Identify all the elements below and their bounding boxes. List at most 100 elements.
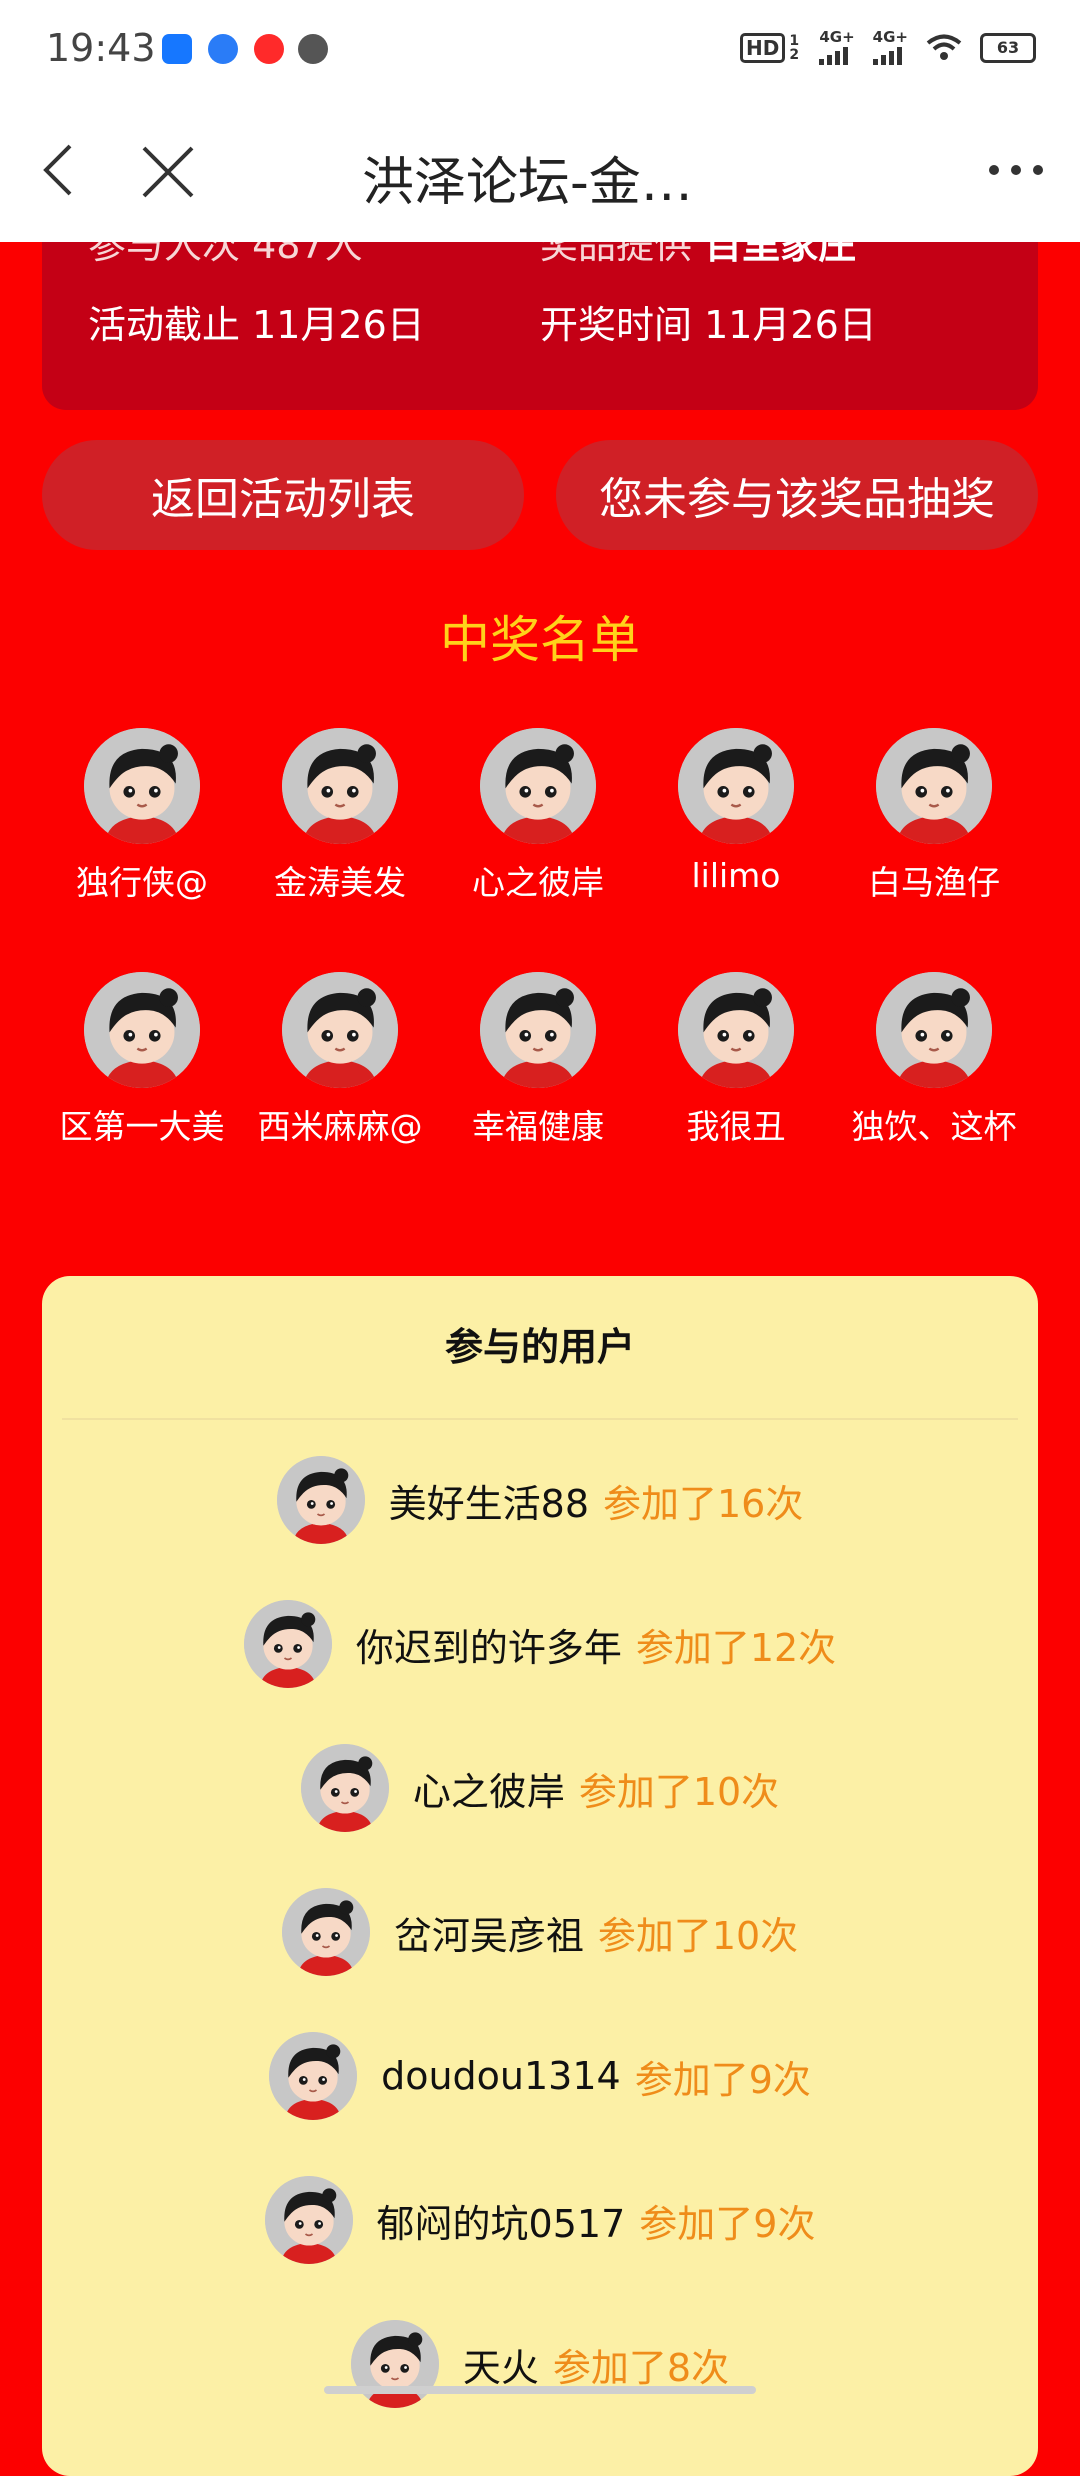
avatar — [276, 1456, 365, 1544]
wifi-icon — [926, 34, 962, 60]
avatar — [84, 728, 200, 844]
avatar-icon — [350, 2320, 439, 2408]
avatar-icon — [480, 972, 596, 1088]
winner-item[interactable]: 金涛美发 — [245, 728, 435, 904]
winner-item[interactable]: 西米麻麻@ — [245, 972, 435, 1148]
avatar-icon — [281, 1888, 370, 1976]
avatar — [264, 2176, 353, 2264]
participant-name: 心之彼岸 — [412, 1769, 565, 1814]
avatar-icon — [84, 728, 200, 844]
avatar — [350, 2320, 439, 2408]
winner-name: 幸福健康 — [472, 1107, 604, 1146]
alipay-icon — [162, 34, 192, 64]
participant-row[interactable]: 你迟到的许多年 参加了12次 — [42, 1600, 1038, 1688]
participation-count: 参加了10次 — [597, 1913, 799, 1958]
participation-count: 参加了8次 — [552, 2345, 730, 2390]
participant-row[interactable]: 郁闷的坑0517 参加了9次 — [42, 2176, 1038, 2264]
participant-row[interactable]: 美好生活88 参加了16次 — [42, 1456, 1038, 1544]
avatar-icon — [876, 728, 992, 844]
avatar — [84, 972, 200, 1088]
avatar-icon — [264, 2176, 353, 2264]
avatar-icon — [269, 2032, 358, 2120]
draw-time: 开奖时间 11月26日 — [540, 303, 877, 347]
participation-count: 参加了9次 — [634, 2057, 811, 2102]
participant-row[interactable]: 岔河吴彦祖 参加了10次 — [42, 1888, 1038, 1976]
winner-item[interactable]: 白马渔仔 — [839, 728, 1029, 904]
network-sub-label: 1 2 — [789, 32, 800, 63]
winner-item[interactable]: 幸福健康 — [443, 972, 633, 1148]
winner-name: 我很丑 — [686, 1107, 786, 1146]
avatar — [480, 728, 596, 844]
home-indicator[interactable] — [324, 2386, 756, 2394]
winner-item[interactable]: 心之彼岸 — [443, 728, 633, 904]
participant-name: 岔河吴彦祖 — [393, 1913, 584, 1958]
status-time: 19:43 — [46, 26, 156, 70]
participation-count: 参加了16次 — [603, 1481, 804, 1526]
winner-item[interactable]: 我很丑 — [641, 972, 831, 1148]
activity-info-card: 参与人次 487人 奖品提供 百里家庄 活动截止 11月26日 开奖时间 11月… — [42, 242, 1038, 410]
status-indicators: HD 1 2 4G+ 4G+ 63 — [740, 30, 1036, 65]
signal-sim1-icon: 4G+ — [819, 30, 855, 65]
signal-sim2-icon: 4G+ — [872, 30, 908, 65]
avatar-icon — [276, 1456, 365, 1544]
avatar-icon — [300, 1744, 389, 1832]
winner-item[interactable]: lilimo — [641, 728, 831, 895]
participant-name: 天火 — [462, 2345, 539, 2390]
avatar-icon — [678, 972, 794, 1088]
back-to-list-button[interactable]: 返回活动列表 — [42, 440, 524, 550]
winner-item[interactable]: 区第一大美 — [47, 972, 237, 1148]
nav-bar: 洪泽论坛-金… — [0, 100, 1080, 242]
avatar — [281, 1888, 370, 1976]
more-options-icon[interactable] — [988, 158, 1044, 182]
participants-count: 参与人次 487人 — [88, 242, 363, 267]
avatar — [876, 972, 992, 1088]
not-joined-button[interactable]: 您未参与该奖品抽奖 — [556, 440, 1038, 550]
jovi-icon — [298, 34, 328, 64]
page-title: 洪泽论坛-金… — [362, 153, 693, 213]
winner-name: 西米麻麻@ — [257, 1107, 423, 1146]
participant-name: 美好生活88 — [388, 1481, 589, 1526]
avatar-icon — [876, 972, 992, 1088]
avatar — [269, 2032, 358, 2120]
winner-name: 白马渔仔 — [868, 863, 1000, 902]
close-icon[interactable] — [136, 140, 200, 204]
participants-panel: 参与的用户 美好生活88 参加了16次 你迟到的许多年 参加了12次 心之彼岸 参加了10… — [42, 1276, 1038, 2476]
participant-name: doudou1314 — [381, 2054, 621, 2098]
avatar-icon — [282, 728, 398, 844]
winner-name: 独饮、这杯 — [851, 1107, 1017, 1146]
winner-item[interactable]: 独行侠@ — [47, 728, 237, 904]
participation-count: 参加了12次 — [635, 1625, 837, 1670]
winner-item[interactable]: 独饮、这杯 — [839, 972, 1029, 1148]
winner-name: lilimo — [691, 856, 781, 895]
avatar-icon — [678, 728, 794, 844]
prize-provider: 奖品提供 百里家庄 — [540, 242, 857, 267]
avatar — [243, 1600, 332, 1688]
avatar — [282, 728, 398, 844]
divider — [62, 1418, 1018, 1420]
participant-row[interactable]: doudou1314 参加了9次 — [42, 2032, 1038, 2120]
location-app-icon — [208, 34, 238, 64]
avatar — [480, 972, 596, 1088]
winners-title: 中奖名单 — [440, 611, 640, 669]
back-arrow-icon[interactable] — [30, 140, 90, 200]
participation-count: 参加了9次 — [639, 2201, 816, 2246]
avatar-icon — [282, 972, 398, 1088]
avatar — [282, 972, 398, 1088]
avatar-icon — [480, 728, 596, 844]
status-bar: 19:43 HD 1 2 4G+ 4G+ 63 — [0, 0, 1080, 100]
battery-icon: 63 — [980, 32, 1036, 63]
winner-name: 心之彼岸 — [472, 863, 604, 902]
participant-name: 你迟到的许多年 — [355, 1625, 622, 1670]
avatar-icon — [243, 1600, 332, 1688]
avatar — [876, 728, 992, 844]
avatar-icon — [84, 972, 200, 1088]
participant-name: 郁闷的坑0517 — [376, 2201, 626, 2246]
video-app-icon — [254, 34, 284, 64]
hd-voice-badge: HD — [740, 32, 786, 63]
avatar — [678, 728, 794, 844]
participants-title: 参与的用户 — [444, 1325, 635, 1369]
participation-count: 参加了10次 — [578, 1769, 780, 1814]
participant-row[interactable]: 心之彼岸 参加了10次 — [42, 1744, 1038, 1832]
participant-row[interactable]: 天火 参加了8次 — [42, 2320, 1038, 2408]
avatar — [678, 972, 794, 1088]
